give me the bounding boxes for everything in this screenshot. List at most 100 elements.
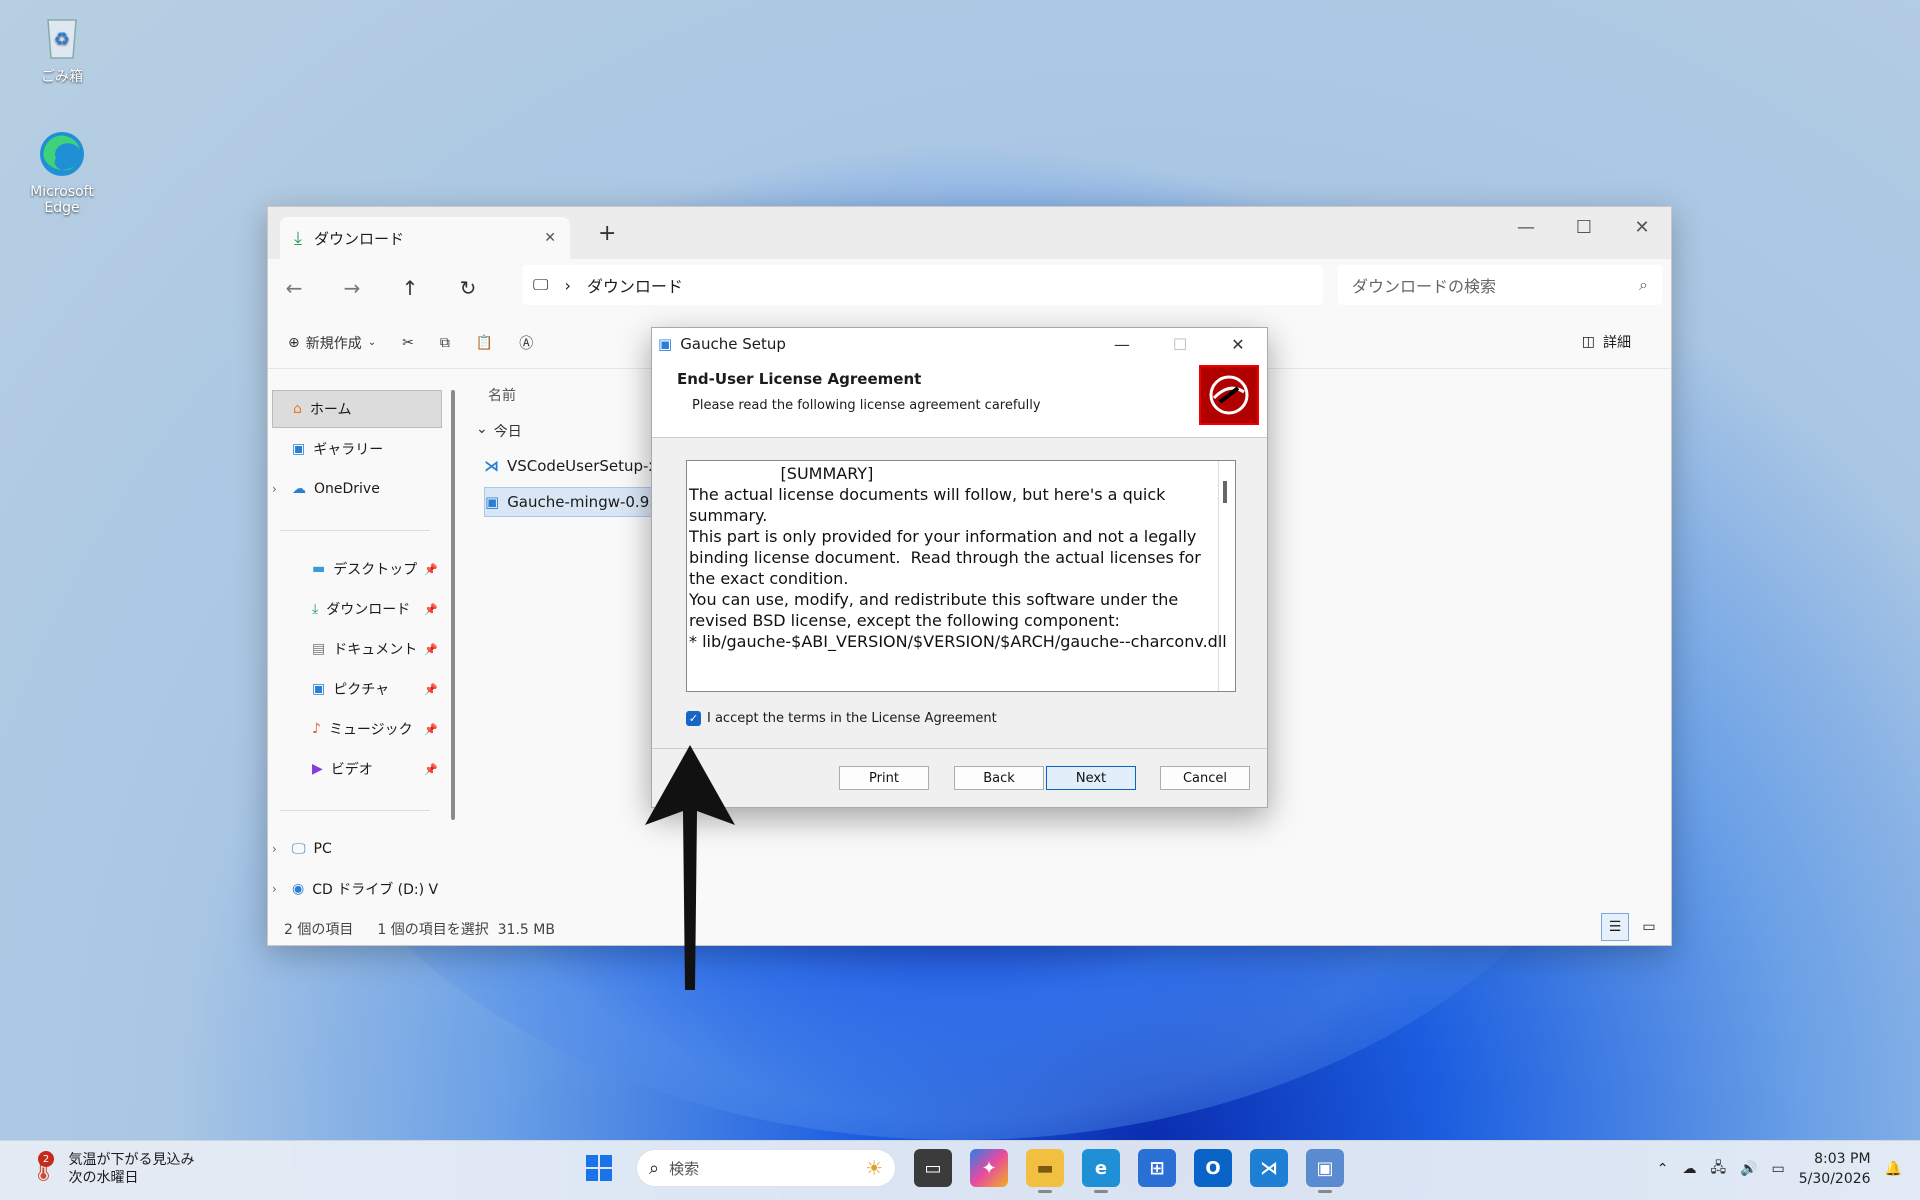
expand-chevron-icon[interactable]: › <box>272 842 284 856</box>
chevron-up-icon[interactable]: ⌃ <box>1657 1161 1669 1177</box>
desktop-icon-recycle-bin[interactable]: ♻ ごみ箱 <box>12 10 112 86</box>
network-icon[interactable]: 🖧 <box>1710 1157 1726 1181</box>
minimize-button[interactable]: — <box>1497 207 1555 247</box>
column-header-name[interactable]: 名前 <box>488 385 516 405</box>
tab-downloads[interactable]: ⤓ ダウンロード ✕ <box>280 217 570 259</box>
pin-icon: 📌 <box>424 682 438 696</box>
desktop-icon-edge[interactable]: Microsoft Edge <box>12 128 112 216</box>
new-tab-button[interactable]: + <box>598 221 616 246</box>
taskbar: 🌡 2 気温が下がる見込み 次の水曜日 ⌕ 検索 ☀ ▭ ✦ ▬ e ⊞ O ⋊ … <box>0 1140 1920 1200</box>
details-pane-button[interactable]: ◫ 詳細 <box>1582 332 1631 352</box>
running-indicator <box>1318 1190 1332 1193</box>
minimize-button[interactable]: — <box>1093 328 1151 360</box>
print-button[interactable]: Print <box>839 766 929 790</box>
group-today[interactable]: ⌄ 今日 <box>476 421 522 441</box>
maximize-button[interactable]: ☐ <box>1555 207 1613 247</box>
navigation-pane: ⌂ ホーム ▣ ギャラリー › ☁ OneDrive ▬ デスクトップ 📌 ⤓ ダウンロード 📌… <box>268 370 458 910</box>
installer-icon: ▣ <box>658 335 673 353</box>
sidebar-item-home[interactable]: ⌂ ホーム <box>272 390 442 428</box>
running-indicator <box>1038 1190 1052 1193</box>
sidebar-item-documents[interactable]: ▤ ドキュメント 📌 <box>272 630 442 668</box>
dialog-window-controls: — ☐ ✕ <box>1093 328 1267 360</box>
taskbar-apps: ⌕ 検索 ☀ ▭ ✦ ▬ e ⊞ O ⋊ ▣ <box>580 1149 1344 1193</box>
clock[interactable]: 8:03 PM 5/30/2026 <box>1799 1149 1871 1189</box>
search-placeholder: ダウンロードの検索 <box>1352 277 1497 296</box>
vscode-icon[interactable]: ⋊ <box>1250 1149 1288 1187</box>
file-row-selected[interactable]: ▣ Gauche-mingw-0.9.1 <box>484 487 659 517</box>
sidebar-item-downloads[interactable]: ⤓ ダウンロード 📌 <box>272 590 442 628</box>
sidebar-item-music[interactable]: ♪ ミュージック 📌 <box>272 710 442 748</box>
gauche-setup-dialog: ▣ Gauche Setup — ☐ ✕ End-User License Ag… <box>651 327 1268 808</box>
new-button-label: 新規作成 <box>305 335 362 352</box>
tiles-view-icon[interactable]: ▭ <box>1635 913 1663 941</box>
outlook-icon[interactable]: O <box>1194 1149 1232 1187</box>
pin-icon: 📌 <box>424 602 438 616</box>
cancel-button[interactable]: Cancel <box>1160 766 1250 790</box>
installer-icon[interactable]: ▣ <box>1306 1149 1344 1193</box>
license-line: [SUMMARY] <box>689 464 874 483</box>
download-icon: ⤓ <box>294 227 302 249</box>
next-button[interactable]: Next <box>1046 766 1136 790</box>
notification-bell-icon[interactable]: 🔔 <box>1885 1161 1902 1177</box>
accept-checkbox[interactable]: ✓ <box>686 711 701 726</box>
search-input[interactable]: ダウンロードの検索 ⌕ <box>1338 265 1662 305</box>
chevron-down-icon: ⌄ <box>367 337 377 348</box>
close-window-button[interactable]: ✕ <box>1613 207 1671 247</box>
back-arrow-icon[interactable]: ← <box>280 276 308 300</box>
details-view-icon[interactable]: ☰ <box>1601 913 1629 941</box>
license-scroll-track <box>1218 461 1219 691</box>
battery-icon[interactable]: ▭ <box>1772 1161 1785 1177</box>
back-button[interactable]: Back <box>954 766 1044 790</box>
address-bar[interactable]: 🖵 › ダウンロード <box>523 265 1323 305</box>
expand-chevron-icon[interactable]: › <box>272 482 284 496</box>
system-tray: ⌃ ☁ 🖧 🔊 ▭ 8:03 PM 5/30/2026 🔔 <box>1657 1149 1902 1189</box>
sidebar-item-desktop[interactable]: ▬ デスクトップ 📌 <box>272 550 442 588</box>
sidebar-item-videos[interactable]: ▶ ビデオ 📌 <box>272 750 442 788</box>
up-arrow-icon[interactable]: ↑ <box>396 276 424 300</box>
sidebar-item-label: ギャラリー <box>313 442 384 458</box>
sidebar-item-label: ドキュメント <box>333 642 418 658</box>
microsoft-store-icon[interactable]: ⊞ <box>1138 1149 1176 1187</box>
close-tab-icon[interactable]: ✕ <box>544 230 556 246</box>
sidebar-item-gallery[interactable]: ▣ ギャラリー <box>272 430 442 468</box>
status-bar: 2 個の項目 1 個の項目を選択 31.5 MB <box>284 919 555 939</box>
task-view-icon[interactable]: ▭ <box>914 1149 952 1187</box>
paste-icon[interactable]: 📋 <box>476 335 493 351</box>
copy-icon[interactable]: ⧉ <box>440 335 450 351</box>
taskbar-search[interactable]: ⌕ 検索 ☀ <box>636 1149 896 1187</box>
clock-time: 8:03 PM <box>1814 1151 1871 1167</box>
breadcrumb-downloads[interactable]: ダウンロード <box>587 273 683 297</box>
cloud-offline-icon[interactable]: ☁ <box>1682 1161 1696 1177</box>
sidebar-scrollbar[interactable] <box>451 390 455 820</box>
weather-line-2: 次の水曜日 <box>68 1170 139 1186</box>
expand-chevron-icon[interactable]: › <box>272 882 284 896</box>
sidebar-item-pc[interactable]: › 🖵 PC <box>272 830 442 868</box>
license-line: the exact condition. <box>689 569 849 588</box>
sidebar-item-label: ホーム <box>309 402 352 418</box>
file-name: Gauche-mingw-0.9.1 <box>507 493 658 511</box>
license-scrollbar[interactable] <box>1223 481 1227 503</box>
sidebar-item-onedrive[interactable]: › ☁ OneDrive <box>272 470 442 508</box>
volume-icon[interactable]: 🔊 <box>1740 1161 1757 1177</box>
rename-icon[interactable]: Ⓐ <box>519 333 533 353</box>
sidebar-item-cd-drive[interactable]: › ◉ CD ドライブ (D:) V <box>272 870 442 908</box>
edge-icon[interactable]: e <box>1082 1149 1120 1193</box>
forward-arrow-icon[interactable]: → <box>338 276 366 300</box>
copilot-icon[interactable]: ✦ <box>970 1149 1008 1187</box>
desktop-icon-label: Microsoft Edge <box>30 184 94 216</box>
sidebar-item-pictures[interactable]: ▣ ピクチャ 📌 <box>272 670 442 708</box>
tab-bar: ⤓ ダウンロード ✕ + — ☐ ✕ <box>268 207 1671 259</box>
gauche-logo-icon <box>1199 365 1259 425</box>
cut-icon[interactable]: ✂ <box>402 335 414 351</box>
accept-checkbox-row[interactable]: ✓ I accept the terms in the License Agre… <box>686 711 997 726</box>
license-textbox[interactable]: [SUMMARY] The actual license documents w… <box>686 460 1236 692</box>
gallery-icon: ▣ <box>292 441 306 457</box>
file-explorer-icon[interactable]: ▬ <box>1026 1149 1064 1193</box>
pin-icon: 📌 <box>424 642 438 656</box>
edge-icon <box>36 128 88 180</box>
weather-widget[interactable]: 🌡 2 気温が下がる見込み 次の水曜日 <box>28 1151 194 1187</box>
start-button[interactable] <box>580 1149 618 1187</box>
refresh-icon[interactable]: ↻ <box>454 276 482 300</box>
new-button[interactable]: ⊕ 新規作成 ⌄ <box>288 333 376 353</box>
close-dialog-button[interactable]: ✕ <box>1209 328 1267 360</box>
